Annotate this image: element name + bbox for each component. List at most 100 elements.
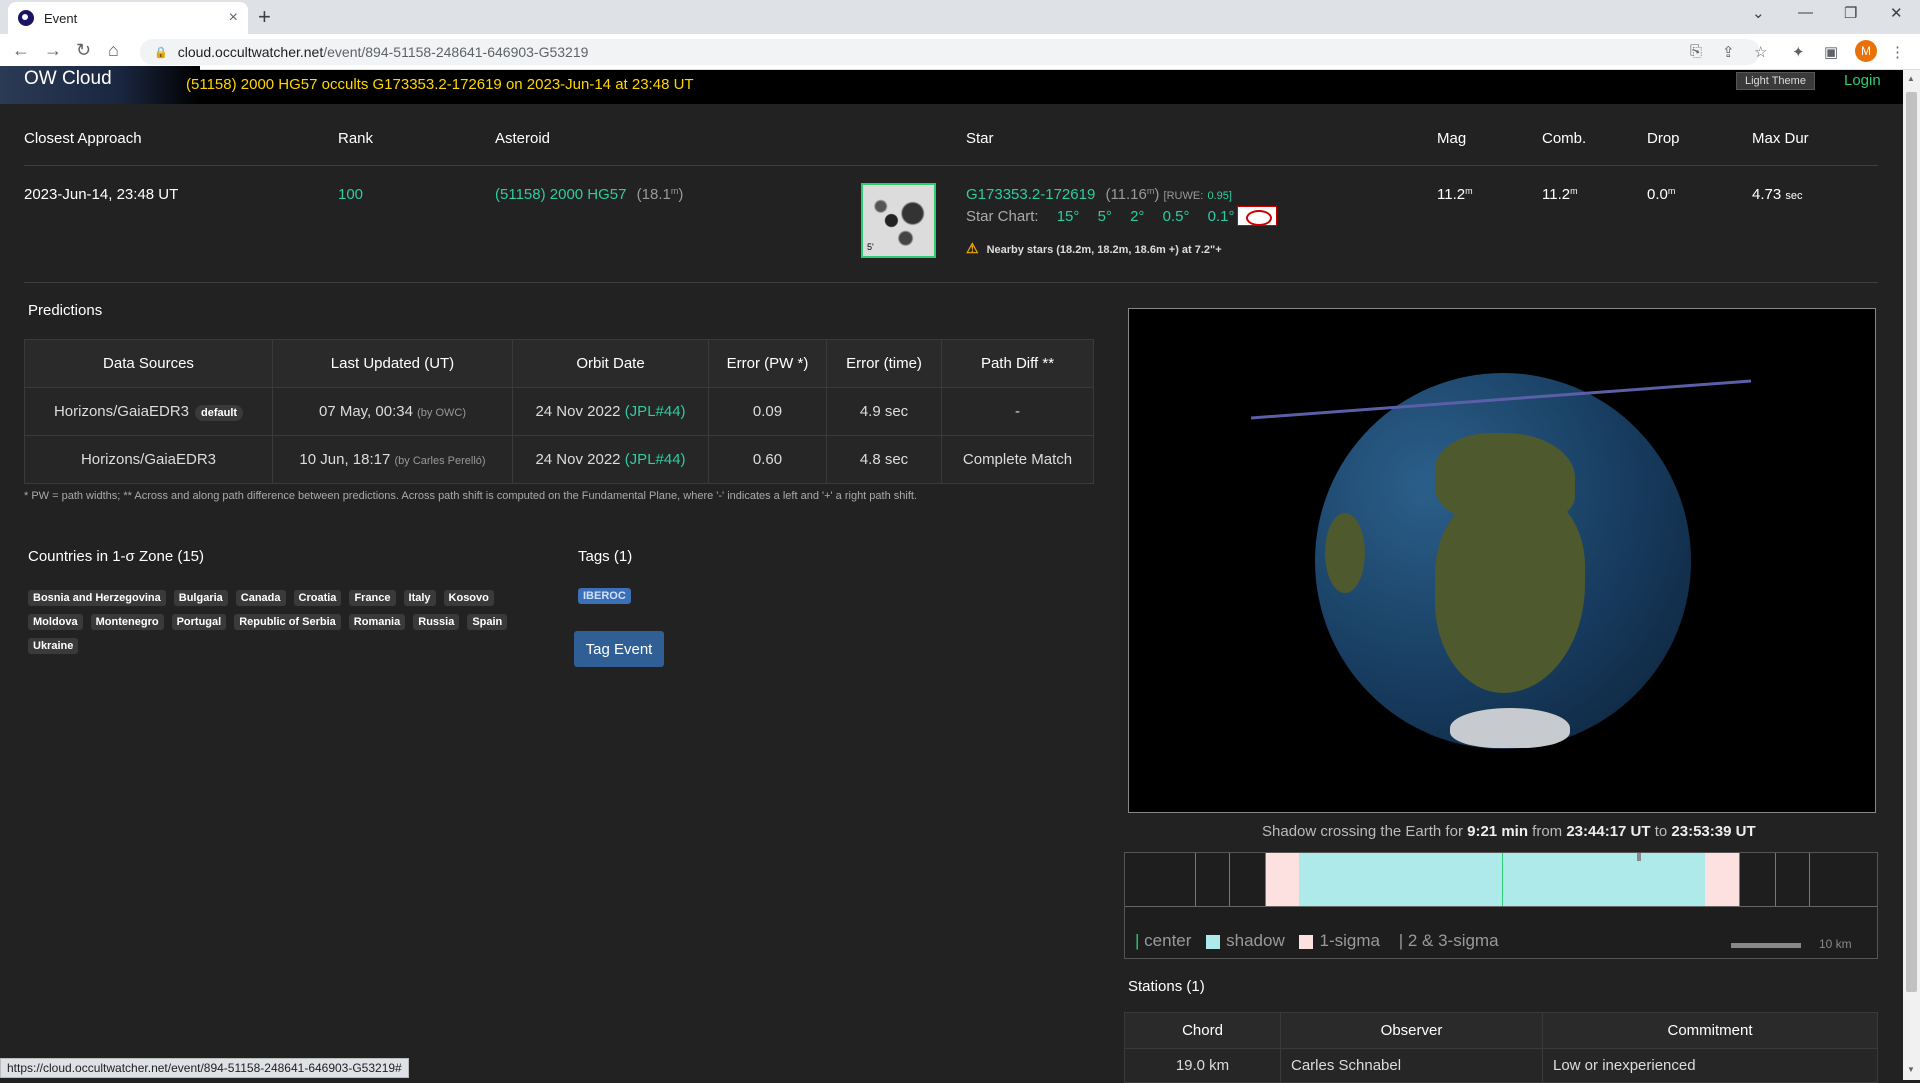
country-chip[interactable]: Italy <box>403 590 436 606</box>
country-chip[interactable]: Canada <box>235 590 286 606</box>
col-last-updated[interactable]: Last Updated (UT) <box>272 339 513 388</box>
comb-number: 11.2 <box>1542 186 1571 203</box>
star-chart-5[interactable]: 5° <box>1098 208 1112 225</box>
side-panel-icon[interactable]: ▣ <box>1824 43 1838 61</box>
occultation-path-overlay <box>1250 379 1752 420</box>
star-chart-15[interactable]: 15° <box>1057 208 1080 225</box>
new-tab-icon[interactable]: + <box>258 4 271 30</box>
light-theme-button[interactable]: Light Theme <box>1736 72 1815 90</box>
star-chart-0-5[interactable]: 0.5° <box>1163 208 1190 225</box>
sigma1-line <box>1265 853 1266 906</box>
url-path: /event/894-51158-248641-646903-G53219 <box>323 44 589 60</box>
minimize-icon[interactable]: — <box>1798 4 1813 21</box>
browser-toolbar: ← → ↻ ⌂ 🔒 cloud.occultwatcher.net/event/… <box>0 34 1920 70</box>
ruwe-value: 0.95] <box>1207 190 1232 202</box>
scale-label: 10 km <box>1819 937 1852 951</box>
col-observer[interactable]: Observer <box>1280 1012 1543 1049</box>
table-row[interactable]: Horizons/GaiaEDR3 10 Jun, 18:17 (by Carl… <box>24 435 1094 484</box>
orbit-ref-link[interactable]: (JPL#44) <box>625 451 686 468</box>
star-field-thumbnail[interactable]: 5' <box>861 183 936 258</box>
country-chip[interactable]: Bulgaria <box>173 590 228 606</box>
tab-search-icon[interactable]: ⌄ <box>1752 4 1765 22</box>
col-chord[interactable]: Chord <box>1124 1012 1281 1049</box>
scroll-up-icon[interactable]: ▲ <box>1907 74 1915 83</box>
shadow-prefix: Shadow crossing the Earth for <box>1262 823 1463 840</box>
home-icon[interactable]: ⌂ <box>108 40 119 61</box>
source-cell: Horizons/GaiaEDR3 default <box>24 387 273 436</box>
event-headline: (51158) 2000 HG57 occults G173353.2-1726… <box>186 76 694 93</box>
address-bar[interactable]: 🔒 cloud.occultwatcher.net/event/894-5115… <box>140 39 1760 65</box>
country-chip[interactable]: Moldova <box>28 614 83 630</box>
profile-baseline <box>1125 906 1877 907</box>
path-profile: | center shadow 1-sigma | 2 & 3-sigma 10… <box>1124 852 1878 959</box>
translate-icon[interactable]: ⎘ <box>1690 43 1702 60</box>
station-marker[interactable] <box>1637 853 1641 861</box>
maxdur-number: 4.73 <box>1752 186 1782 203</box>
col-error-time[interactable]: Error (time) <box>826 339 942 388</box>
stations-header-row: Chord Observer Commitment <box>1124 1012 1878 1049</box>
maxdur-header: Max Dur <box>1752 130 1809 147</box>
extensions-icon[interactable]: ✦ <box>1792 43 1805 61</box>
login-link[interactable]: Login <box>1844 72 1881 89</box>
tab-close-icon[interactable]: × <box>229 9 238 27</box>
restore-icon[interactable]: ❐ <box>1844 4 1857 22</box>
browser-menu-icon[interactable]: ⋮ <box>1890 43 1905 61</box>
updated-cell: 10 Jun, 18:17 (by Carles Perelló) <box>272 435 513 484</box>
country-chip[interactable]: Kosovo <box>443 590 494 606</box>
shadow-from: from <box>1532 823 1563 840</box>
col-commitment[interactable]: Commitment <box>1542 1012 1878 1049</box>
tag-event-button[interactable]: Tag Event <box>574 631 664 667</box>
error-pw-cell: 0.60 <box>708 435 827 484</box>
sigma1-line <box>1739 853 1740 906</box>
tag-chip[interactable]: IBEROC <box>578 588 631 604</box>
star-link[interactable]: G173353.2-172619 <box>966 186 1095 203</box>
country-chip[interactable]: Republic of Serbia <box>234 614 341 630</box>
ruwe-label: [RUWE: <box>1163 190 1204 202</box>
star-chart-2[interactable]: 2° <box>1130 208 1144 225</box>
brand-logo[interactable]: OW Cloud <box>0 66 200 104</box>
earth-globe-view[interactable] <box>1128 308 1876 813</box>
country-chip[interactable]: Russia <box>413 614 460 630</box>
reload-icon[interactable]: ↻ <box>76 40 91 61</box>
shadow-swatch <box>1206 934 1221 949</box>
asteroid-link[interactable]: (51158) 2000 HG57 <box>495 186 626 203</box>
scroll-thumb[interactable] <box>1906 92 1917 992</box>
country-chip[interactable]: Ukraine <box>28 638 79 654</box>
country-chip[interactable]: Montenegro <box>90 614 164 630</box>
back-icon[interactable]: ← <box>12 40 30 61</box>
center-legend-icon: | <box>1135 931 1140 950</box>
occultation-path-line <box>1250 379 1752 420</box>
col-error-pw[interactable]: Error (PW *) <box>708 339 827 388</box>
country-chip[interactable]: France <box>349 590 396 606</box>
thumbnail-scale-label: 5' <box>867 242 874 252</box>
table-row[interactable]: 19.0 km Carles Schnabel Low or inexperie… <box>1124 1048 1878 1083</box>
col-path-diff[interactable]: Path Diff ** <box>941 339 1094 388</box>
star-chart-0-1[interactable]: 0.1° <box>1208 208 1235 225</box>
col-data-sources[interactable]: Data Sources <box>24 339 273 388</box>
scroll-down-icon[interactable]: ▼ <box>1907 1065 1915 1074</box>
country-chip[interactable]: Bosnia and Herzegovina <box>28 590 166 606</box>
country-chip[interactable]: Spain <box>467 614 508 630</box>
close-window-icon[interactable]: ✕ <box>1890 4 1903 22</box>
orbit-ref-link[interactable]: (JPL#44) <box>625 403 686 420</box>
profile-avatar[interactable]: M <box>1855 40 1877 62</box>
closest-approach-value: 2023-Jun-14, 23:48 UT <box>24 186 179 203</box>
country-chip[interactable]: Romania <box>348 614 406 630</box>
updated-by: (by Carles Perelló) <box>394 455 486 467</box>
page-scrollbar[interactable]: ▲ ▼ <box>1903 70 1920 1080</box>
share-icon[interactable]: ⇪ <box>1722 43 1735 61</box>
bookmark-star-icon[interactable]: ☆ <box>1754 43 1767 61</box>
browser-tab[interactable]: Event × <box>8 2 248 34</box>
sigma1-band-left <box>1265 853 1299 906</box>
updated-time: 10 Jun, 18:17 <box>299 451 391 468</box>
galaxy-icon[interactable] <box>1237 206 1277 226</box>
country-chip[interactable]: Croatia <box>293 590 342 606</box>
country-chip[interactable]: Portugal <box>171 614 227 630</box>
rank-value[interactable]: 100 <box>338 186 363 203</box>
forward-icon[interactable]: → <box>44 40 62 61</box>
col-orbit-date[interactable]: Orbit Date <box>512 339 709 388</box>
nearby-stars-warning: ⚠ Nearby stars (18.2m, 18.2m, 18.6m +) at… <box>966 240 1222 257</box>
table-row[interactable]: Horizons/GaiaEDR3 default 07 May, 00:34 (… <box>24 387 1094 436</box>
stations-title: Stations (1) <box>1128 978 1205 995</box>
sigma2-line <box>1775 853 1776 906</box>
